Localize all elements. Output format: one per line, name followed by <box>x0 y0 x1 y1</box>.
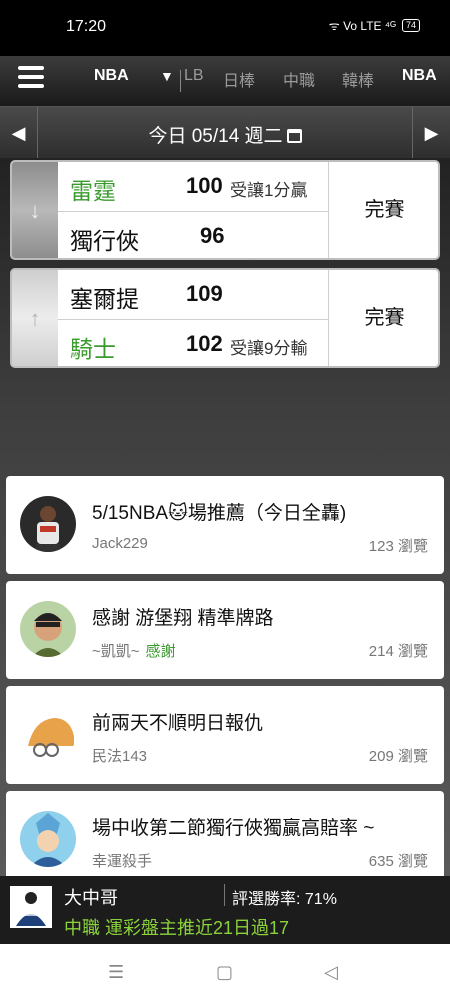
expert-name: 大中哥 <box>64 888 118 908</box>
next-day-icon[interactable]: ▶ <box>412 107 450 159</box>
game-side[interactable]: ↓ <box>12 162 58 258</box>
avatar[interactable] <box>20 811 76 867</box>
team-score: 100 <box>186 173 223 198</box>
tab-cpbl[interactable]: 中職 <box>283 67 315 91</box>
tab-nba-2[interactable]: NBA <box>402 67 437 85</box>
avatar[interactable] <box>20 496 76 552</box>
date-text: 今日 05/14 週二 <box>148 126 283 147</box>
post-item[interactable]: 感謝 游堡翔 精準牌路 ~凱凱~ 感謝 214 瀏覽 <box>6 581 444 679</box>
battery-icon: 74 <box>401 19 420 32</box>
post-views: 214 瀏覽 <box>368 643 428 660</box>
post-views: 635 瀏覽 <box>368 853 428 870</box>
recent-apps-icon[interactable]: ☰ <box>108 962 124 983</box>
team-score: 109 <box>186 281 223 306</box>
calendar-icon[interactable] <box>286 129 302 143</box>
post-views: 209 瀏覽 <box>368 748 428 765</box>
game-status: 完賽 <box>328 162 438 258</box>
status-bar: 17:20 ᯤ Vo LTE ⁴ᴳ 74 <box>0 0 450 56</box>
team-row: 獨行俠 96 <box>58 212 328 258</box>
post-author: Jack229 <box>92 535 148 552</box>
arrow-up-icon: ↑ <box>29 306 41 331</box>
post-title: 感謝 游堡翔 精準牌路 <box>92 608 274 629</box>
expert-win-rate: 評選勝率: 71% <box>232 891 337 908</box>
menu-icon[interactable] <box>18 66 44 90</box>
team-score: 102 <box>186 331 223 356</box>
post-item[interactable]: 前兩天不順明日報仇 民法143 209 瀏覽 <box>6 686 444 784</box>
game-card[interactable]: ↓ 雷霆 100 受讓1分贏 獨行俠 96 完賽 <box>10 160 440 260</box>
game-side[interactable]: ↑ <box>12 270 58 366</box>
team-name: 騎士 <box>70 336 116 362</box>
team-name: 雷霆 <box>70 178 116 204</box>
tab-npb[interactable]: 日棒 <box>223 67 255 91</box>
avatar[interactable] <box>20 601 76 657</box>
dropdown-icon[interactable]: ▼ <box>160 68 174 84</box>
status-icons: ᯤ Vo LTE ⁴ᴳ 74 <box>329 17 420 34</box>
post-title: 場中收第二節獨行俠獨贏高賠率 ~ <box>92 818 375 839</box>
handicap-result: 受讓1分贏 <box>230 181 308 200</box>
post-author: 幸運殺手 <box>92 853 153 870</box>
status-time: 17:20 <box>66 18 107 35</box>
date-bar: ◀ 今日 05/14 週二 ▶ <box>0 106 450 159</box>
team-row: 塞爾提 109 <box>58 270 328 320</box>
post-tag: 感謝 <box>145 643 176 660</box>
tab-mlb[interactable]: LB <box>184 67 204 85</box>
team-score: 96 <box>200 223 225 248</box>
back-icon[interactable]: ◁ <box>324 962 338 983</box>
tab-kbo[interactable]: 韓棒 <box>342 67 374 91</box>
date-label[interactable]: 今日 05/14 週二 <box>0 121 450 148</box>
game-status: 完賽 <box>328 270 438 366</box>
post-views: 123 瀏覽 <box>368 538 428 555</box>
arrow-down-icon: ↓ <box>29 198 41 223</box>
game-card[interactable]: ↑ 塞爾提 109 騎士 102 受讓9分輸 完賽 <box>10 268 440 368</box>
system-nav: ☰ ▢ ◁ <box>0 944 450 1000</box>
team-row: 雷霆 100 受讓1分贏 <box>58 162 328 212</box>
expert-bar[interactable]: 大中哥 評選勝率: 71% 中職 運彩盤主推近21日過17 <box>0 876 450 944</box>
expert-pick: 中職 運彩盤主推近21日過17 <box>64 918 290 938</box>
handicap-result: 受讓9分輸 <box>230 339 308 358</box>
post-item[interactable]: 場中收第二節獨行俠獨贏高賠率 ~ 幸運殺手 635 瀏覽 <box>6 791 444 876</box>
post-author: ~凱凱~ 感謝 <box>92 640 176 661</box>
post-author: 民法143 <box>92 748 148 765</box>
signal-icons: ᯤ Vo LTE ⁴ᴳ <box>328 19 396 33</box>
post-title: 5/15NBA🐱場推薦（今日全轟) <box>92 503 347 524</box>
post-author-name: ~凱凱~ <box>92 643 140 660</box>
expert-divider <box>224 884 225 906</box>
team-name: 塞爾提 <box>70 286 139 312</box>
nav-divider <box>180 70 181 92</box>
avatar[interactable] <box>20 706 76 762</box>
team-row: 騎士 102 受讓9分輸 <box>58 320 328 366</box>
expert-logo <box>10 886 52 928</box>
team-name: 獨行俠 <box>70 228 139 254</box>
post-title: 前兩天不順明日報仇 <box>92 713 264 734</box>
post-item[interactable]: 5/15NBA🐱場推薦（今日全轟) Jack229 123 瀏覽 <box>6 476 444 574</box>
league-nav: NBA ▼ LB 日棒 中職 韓棒 NBA <box>0 56 450 106</box>
home-icon[interactable]: ▢ <box>216 962 233 983</box>
tab-nba[interactable]: NBA <box>94 67 129 85</box>
